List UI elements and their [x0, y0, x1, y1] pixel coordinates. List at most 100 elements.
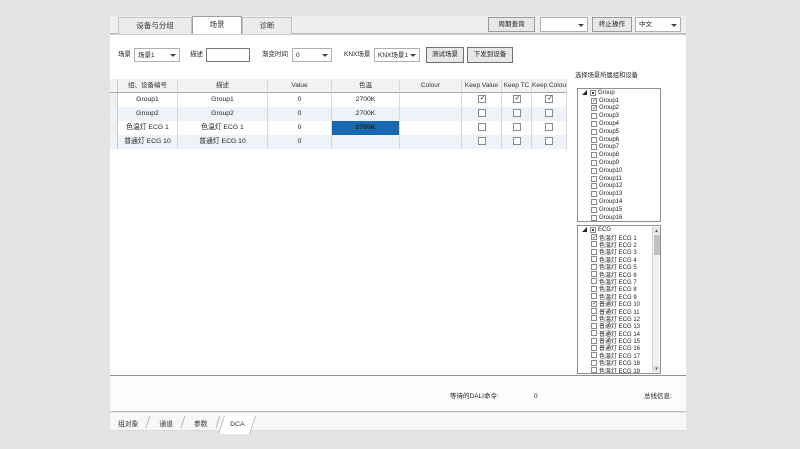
- bottom-tab-通道[interactable]: 通道: [151, 416, 181, 434]
- keep-value-checkbox[interactable]: [478, 109, 486, 117]
- tree-item-checkbox[interactable]: [591, 191, 597, 197]
- cell-colour[interactable]: [400, 107, 462, 121]
- tree-item-checkbox[interactable]: [591, 152, 597, 158]
- tree-item-checkbox[interactable]: [591, 105, 597, 111]
- column-header-7[interactable]: Keep Colour: [532, 79, 567, 93]
- cell-name[interactable]: Group1: [118, 93, 178, 107]
- cell-tc-selected[interactable]: 2700K: [332, 121, 400, 135]
- tab-devices-groups[interactable]: 设备与分组: [118, 17, 192, 34]
- tree-item-checkbox[interactable]: [591, 308, 597, 314]
- bottom-tab-dca[interactable]: DCA: [218, 416, 256, 434]
- tree-item-checkbox[interactable]: [591, 330, 597, 336]
- tree-item-checkbox[interactable]: [591, 360, 597, 366]
- keep-colour-checkbox[interactable]: [545, 109, 553, 117]
- tree-item[interactable]: Group13: [578, 190, 660, 198]
- tree-item[interactable]: Group15: [578, 206, 660, 214]
- column-header-4[interactable]: Colour: [400, 79, 462, 93]
- tab-scene[interactable]: 场景: [192, 16, 242, 34]
- cell-desc[interactable]: Group2: [178, 107, 268, 121]
- scroll-up-icon[interactable]: ▲: [653, 227, 660, 234]
- tree-item-checkbox[interactable]: [591, 323, 597, 329]
- keep-tc-checkbox[interactable]: [513, 95, 521, 103]
- cell-desc[interactable]: 普通灯 ECG 10: [178, 135, 268, 149]
- cell-tc[interactable]: [332, 135, 400, 149]
- scrollbar-thumb[interactable]: [654, 235, 660, 255]
- tab-diagnostics[interactable]: 诊断: [242, 17, 292, 34]
- cell-value[interactable]: 0: [268, 121, 332, 135]
- tree-root-checkbox[interactable]: [590, 90, 596, 96]
- tree-root-checkbox[interactable]: [590, 227, 596, 233]
- test-scene-button[interactable]: 测试场景: [426, 47, 464, 63]
- query-period-dropdown[interactable]: [540, 17, 588, 32]
- keep-value-checkbox[interactable]: [478, 123, 486, 131]
- cell-name[interactable]: 普通灯 ECG 10: [118, 135, 178, 149]
- column-header-0[interactable]: 组、设备编号: [118, 79, 178, 93]
- tree-item-checkbox[interactable]: [591, 286, 597, 292]
- scene-dropdown[interactable]: 场景1: [134, 48, 180, 62]
- cell-colour[interactable]: [400, 93, 462, 107]
- tree-item[interactable]: Group2: [578, 105, 660, 113]
- column-header-6[interactable]: Keep TC: [502, 79, 532, 93]
- tree-item-checkbox[interactable]: [591, 199, 597, 205]
- tree-item[interactable]: Group4: [578, 120, 660, 128]
- tree-item-checkbox[interactable]: [591, 264, 597, 270]
- tree-item-checkbox[interactable]: [591, 234, 597, 240]
- cell-desc[interactable]: Group1: [178, 93, 268, 107]
- tree-item-checkbox[interactable]: [591, 278, 597, 284]
- tree-item-checkbox[interactable]: [591, 207, 597, 213]
- tree-item[interactable]: 色温灯 ECG 19: [578, 366, 660, 373]
- bottom-tab-组对象[interactable]: 组对象: [110, 416, 146, 434]
- keep-colour-checkbox[interactable]: [545, 123, 553, 131]
- column-header-2[interactable]: Value: [268, 79, 332, 93]
- tree-item-checkbox[interactable]: [591, 345, 597, 351]
- tree-item[interactable]: Group9: [578, 159, 660, 167]
- column-header-5[interactable]: Keep Value: [462, 79, 502, 93]
- column-header-3[interactable]: 色温: [332, 79, 400, 93]
- tree-item-checkbox[interactable]: [591, 121, 597, 127]
- cell-value[interactable]: 0: [268, 135, 332, 149]
- keep-tc-checkbox[interactable]: [513, 137, 521, 145]
- tree-item-checkbox[interactable]: [591, 144, 597, 150]
- tree-item-checkbox[interactable]: [591, 271, 597, 277]
- tree-item[interactable]: Group10: [578, 167, 660, 175]
- cell-tc[interactable]: 2700K: [332, 93, 400, 107]
- cell-colour[interactable]: [400, 135, 462, 149]
- cell-colour[interactable]: [400, 121, 462, 135]
- periodic-query-button[interactable]: 周期查询: [488, 17, 535, 32]
- tree-item[interactable]: Group6: [578, 136, 660, 144]
- keep-value-checkbox[interactable]: [478, 95, 486, 103]
- tree-item[interactable]: Group11: [578, 175, 660, 183]
- keep-tc-checkbox[interactable]: [513, 109, 521, 117]
- cell-tc[interactable]: 2700K: [332, 107, 400, 121]
- send-to-device-button[interactable]: 下发到设备: [467, 47, 513, 63]
- ecg-tree-scrollbar[interactable]: ▲ ▼: [652, 227, 659, 372]
- description-input[interactable]: [206, 48, 250, 62]
- cell-name[interactable]: 色温灯 ECG 1: [118, 121, 178, 135]
- abort-operation-button[interactable]: 终止操作: [592, 17, 632, 32]
- cell-value[interactable]: 0: [268, 107, 332, 121]
- tree-item-checkbox[interactable]: [591, 168, 597, 174]
- tree-item-checkbox[interactable]: [591, 249, 597, 255]
- tree-root-group[interactable]: Group: [578, 89, 660, 97]
- tree-item[interactable]: Group16: [578, 214, 660, 222]
- language-dropdown[interactable]: 中文: [635, 17, 681, 32]
- tree-item-checkbox[interactable]: [591, 215, 597, 221]
- keep-value-checkbox[interactable]: [478, 137, 486, 145]
- tree-item[interactable]: Group8: [578, 151, 660, 159]
- fade-time-dropdown[interactable]: 0: [292, 48, 332, 62]
- tree-item[interactable]: Group7: [578, 144, 660, 152]
- cell-value[interactable]: 0: [268, 93, 332, 107]
- tree-item-checkbox[interactable]: [591, 367, 597, 373]
- column-header-1[interactable]: 描述: [178, 79, 268, 93]
- tree-item-checkbox[interactable]: [591, 301, 597, 307]
- tree-item-checkbox[interactable]: [591, 160, 597, 166]
- keep-tc-checkbox[interactable]: [513, 123, 521, 131]
- cell-desc[interactable]: 色温灯 ECG 1: [178, 121, 268, 135]
- cell-name[interactable]: Group2: [118, 107, 178, 121]
- tree-item-checkbox[interactable]: [591, 256, 597, 262]
- tree-item-checkbox[interactable]: [591, 137, 597, 143]
- tree-item-checkbox[interactable]: [591, 241, 597, 247]
- tree-item-checkbox[interactable]: [591, 183, 597, 189]
- bottom-tab-参数[interactable]: 参数: [186, 416, 216, 434]
- tree-item-checkbox[interactable]: [591, 338, 597, 344]
